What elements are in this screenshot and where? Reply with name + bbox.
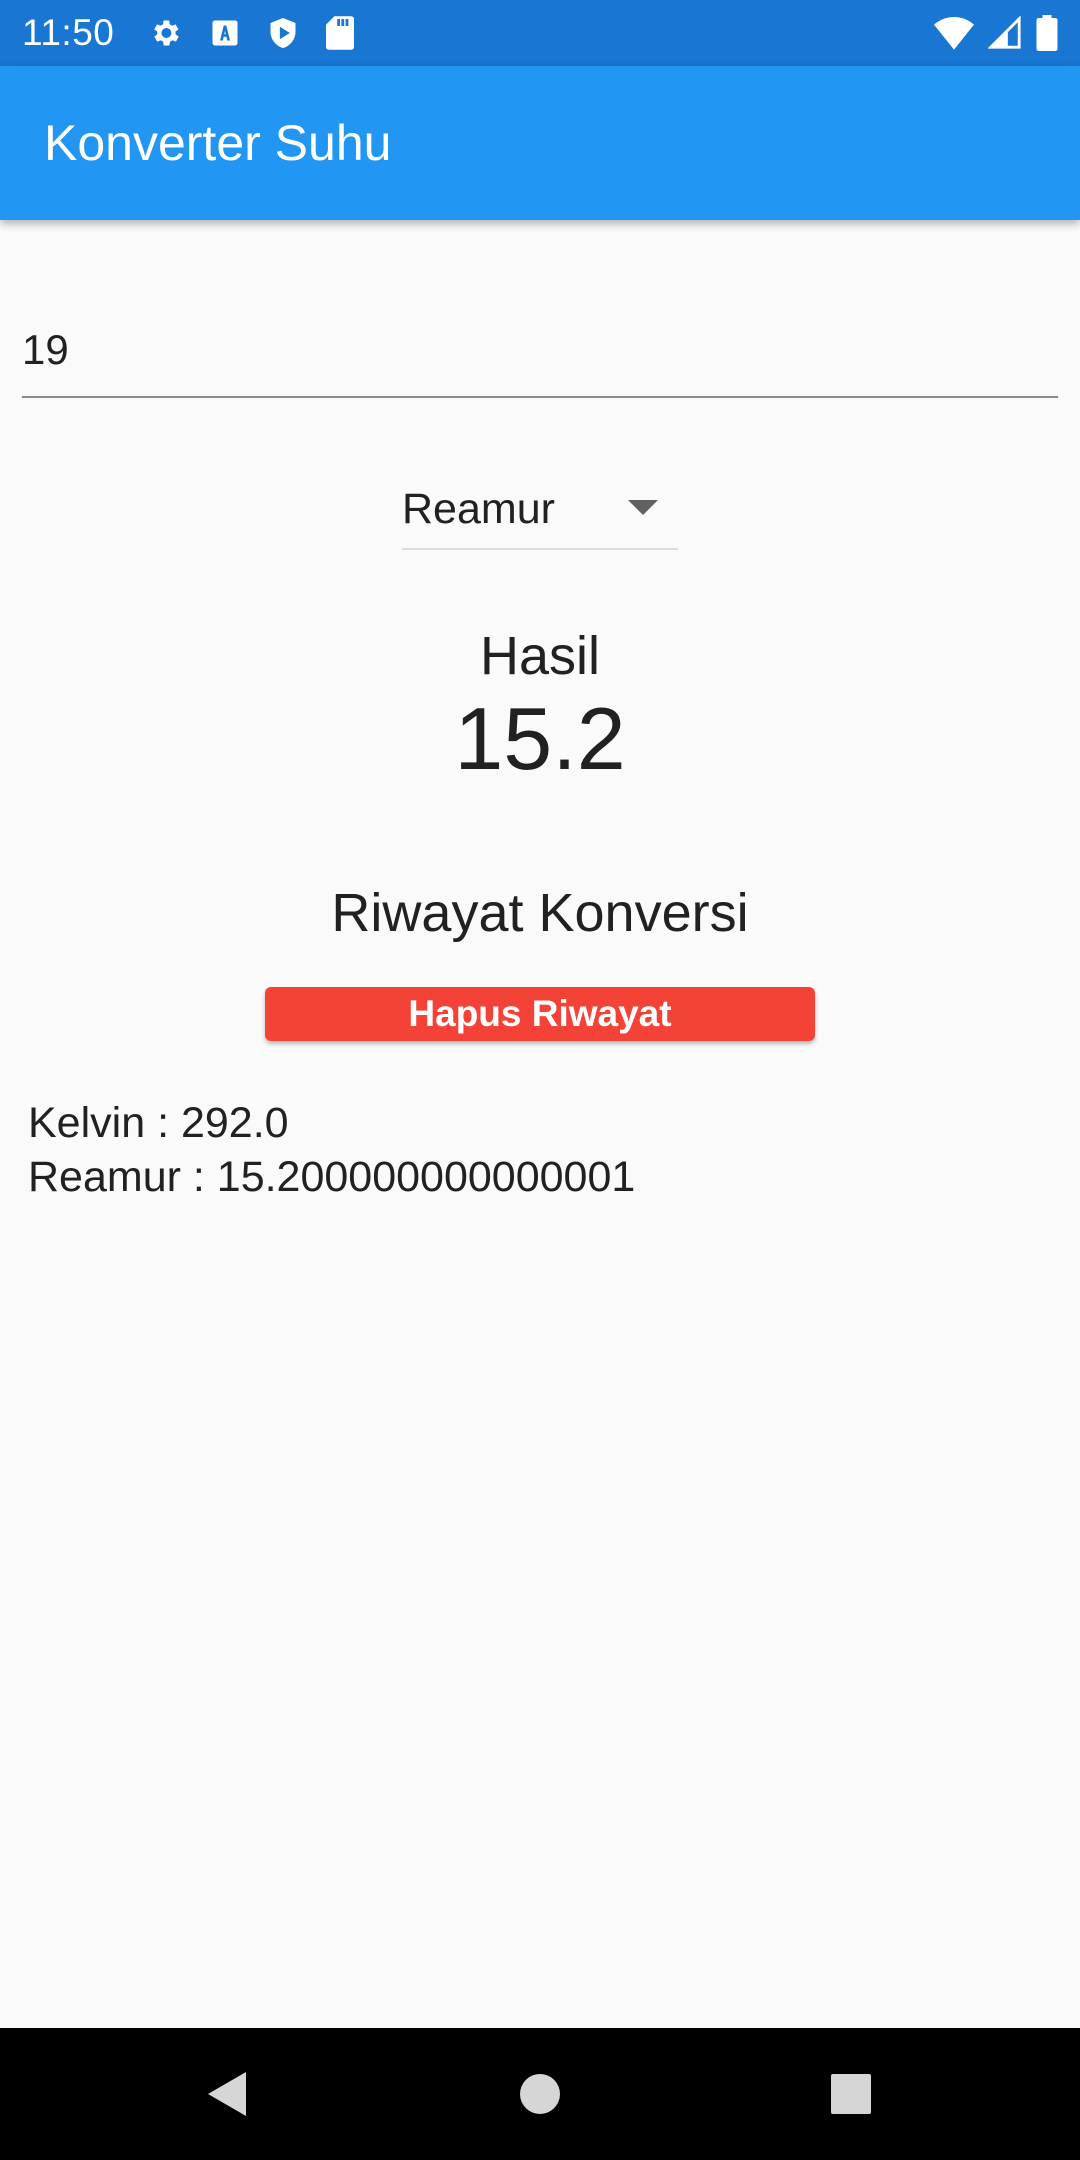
status-bar: 11:50 [0,0,1080,66]
back-icon[interactable] [196,2064,256,2124]
history-item: Reamur : 15.200000000000001 [28,1153,636,1201]
dropdown-arrow-icon [628,500,658,521]
result-value: 15.2 [454,689,626,788]
home-icon[interactable] [510,2064,570,2124]
history-title: Riwayat Konversi [331,883,749,943]
wifi-icon [934,16,974,50]
status-icons-left [148,16,355,50]
history-list: Kelvin : 292.0 Reamur : 15.2000000000000… [28,1096,635,1204]
status-icons-right [934,15,1058,51]
cell-signal-icon [988,16,1022,50]
unit-dropdown[interactable]: Reamur [402,470,678,550]
navigation-bar [0,2028,1080,2160]
text-a-icon [210,18,240,48]
app-bar: Konverter Suhu [0,66,1080,220]
temperature-input[interactable] [22,280,1058,398]
battery-icon [1036,15,1058,51]
history-item: Kelvin : 292.0 [28,1099,289,1147]
unit-dropdown-value: Reamur [402,484,555,533]
shield-play-icon [268,16,298,50]
screen: 11:50 Konverter Suhu 19 Reamur Hasil 15.… [0,0,1080,2160]
result-label: Hasil [479,626,601,686]
gear-icon [148,16,182,50]
recents-icon[interactable] [821,2064,881,2124]
sd-card-icon [326,16,355,50]
app-title: Konverter Suhu [44,115,392,171]
status-time: 11:50 [22,12,115,53]
clear-history-button[interactable]: Hapus Riwayat [265,987,815,1041]
